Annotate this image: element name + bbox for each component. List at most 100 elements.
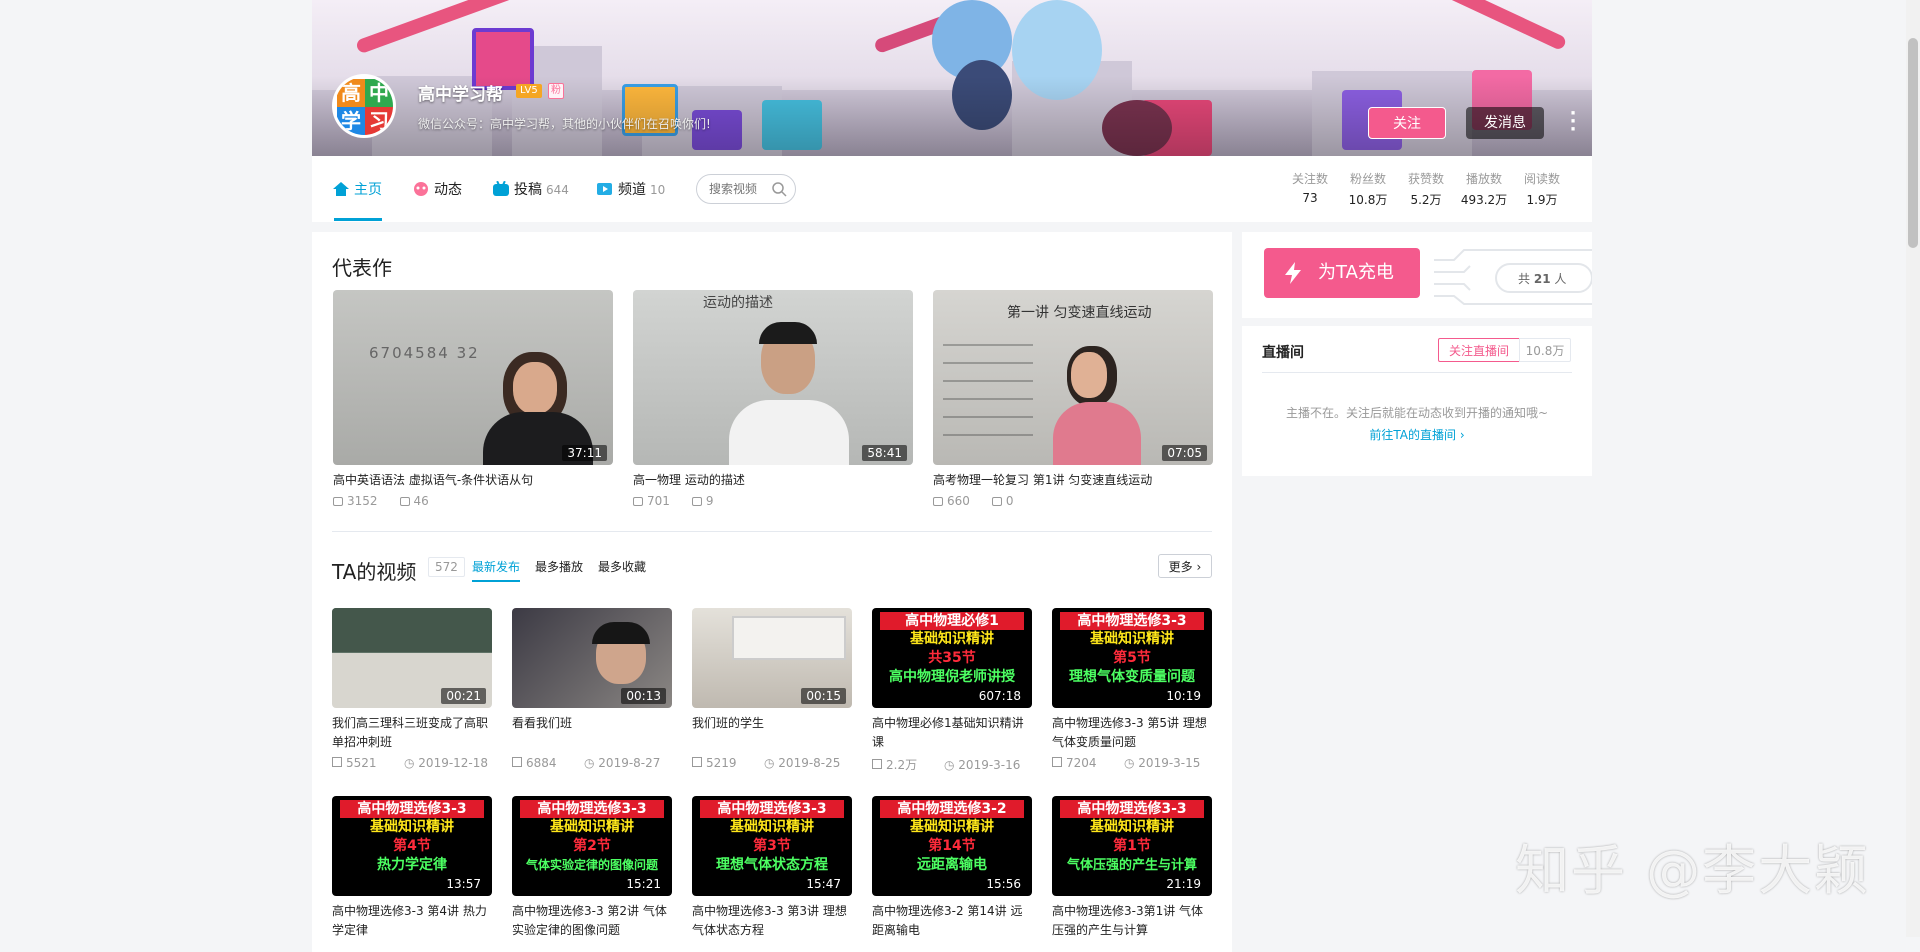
rep-video-card[interactable]: 第一讲 匀变速直线运动 07:05 高考物理一轮复习 第1讲 匀变速直线运动 6…: [933, 290, 1213, 508]
video-thumbnail[interactable]: 高中物理选修3-3 基础知识精讲 第1节 气体压强的产生与计算 21:19: [1052, 796, 1212, 896]
video-title[interactable]: 高中物理选修3-3 第3讲 理想气体状态方程: [692, 902, 852, 940]
play-count: 3152: [333, 494, 378, 508]
video-card[interactable]: 高中物理必修1 基础知识精讲 共35节 高中物理倪老师讲授 607:18 高中物…: [872, 608, 1032, 773]
video-title[interactable]: 高中物理选修3-3 第5讲 理想气体变质量问题: [1052, 714, 1212, 752]
video-thumbnail[interactable]: 高中物理选修3-3 基础知识精讲 第5节 理想气体变质量问题 10:19: [1052, 608, 1212, 708]
video-thumbnail[interactable]: 00:13: [512, 608, 672, 708]
play-count-value: 701: [647, 494, 670, 508]
stat-value: 10.8万: [1348, 193, 1388, 207]
avatar[interactable]: 高 中 学 习: [332, 74, 396, 138]
video-title[interactable]: 高中物理选修3-3 第4讲 热力学定律: [332, 902, 492, 940]
tab-most-favorited[interactable]: 最多收藏: [598, 558, 646, 575]
play-count-value: 5219: [706, 756, 737, 770]
video-title[interactable]: 我们班的学生: [692, 714, 852, 752]
charge-total-suffix: 人: [1554, 272, 1567, 286]
video-duration: 00:13: [621, 688, 666, 704]
play-count: 5219: [692, 756, 764, 770]
video-card[interactable]: 高中物理选修3-3 基础知识精讲 第2节 气体实验定律的图像问题 15:21 高…: [512, 796, 672, 940]
play-count-value: 6884: [526, 756, 557, 770]
tab-channels[interactable]: 频道 10: [596, 180, 665, 200]
search-icon[interactable]: [771, 181, 787, 197]
video-card[interactable]: 高中物理选修3-3 基础知识精讲 第3节 理想气体状态方程 15:47 高中物理…: [692, 796, 852, 940]
fan-badge: 粉: [548, 83, 564, 99]
search-input[interactable]: [707, 181, 775, 197]
stat-fans[interactable]: 粉丝数 10.8万: [1338, 170, 1398, 208]
video-thumbnail[interactable]: 第一讲 匀变速直线运动 07:05: [933, 290, 1213, 465]
danmaku-icon: [991, 497, 1002, 506]
tab-latest[interactable]: 最新发布: [472, 558, 520, 575]
stat-value: 73: [1302, 191, 1318, 205]
video-card[interactable]: 00:21 我们高三理科三班变成了高职单招冲刺班 5521 ◷ 2019-12-1…: [332, 608, 492, 770]
video-card[interactable]: 高中物理选修3-3 基础知识精讲 第4节 热力学定律 13:57 高中物理选修3…: [332, 796, 492, 940]
video-title[interactable]: 高考物理一轮复习 第1讲 匀变速直线运动: [933, 471, 1213, 490]
more-menu-icon[interactable]: · · ·: [1568, 105, 1578, 139]
thumb-line: 第2节: [573, 838, 611, 854]
tab-most-played[interactable]: 最多播放: [535, 558, 583, 575]
video-thumbnail[interactable]: 运动的描述 58:41: [633, 290, 913, 465]
video-card[interactable]: 高中物理选修3-2 基础知识精讲 第14节 远距离输电 15:56 高中物理选修…: [872, 796, 1032, 940]
video-title[interactable]: 高中英语语法 虚拟语气-条件状语从句: [333, 471, 613, 490]
message-button[interactable]: 发消息: [1466, 107, 1544, 139]
video-card[interactable]: 00:13 看看我们班 6884 ◷ 2019-8-27: [512, 608, 672, 770]
rep-video-card[interactable]: 运动的描述 58:41 高一物理 运动的描述 701 9: [633, 290, 913, 508]
charge-label: 为TA充电: [1318, 262, 1394, 283]
video-title[interactable]: 高中物理选修3-2 第14讲 远距离输电: [872, 902, 1032, 940]
video-card[interactable]: 高中物理选修3-3 基础知识精讲 第1节 气体压强的产生与计算 21:19 高中…: [1052, 796, 1212, 940]
follow-button[interactable]: 关注: [1368, 107, 1446, 139]
play-count: 701: [633, 494, 670, 508]
board-text: 6704584 32: [369, 344, 480, 362]
video-card[interactable]: 高中物理选修3-3 基础知识精讲 第5节 理想气体变质量问题 10:19 高中物…: [1052, 608, 1212, 770]
charge-button[interactable]: 为TA充电: [1264, 248, 1420, 298]
thumb-line: 热力学定律: [377, 857, 447, 873]
play-count-value: 660: [947, 494, 970, 508]
video-search[interactable]: [696, 174, 796, 204]
video-title[interactable]: 看看我们班: [512, 714, 672, 752]
board-text: 第一讲 匀变速直线运动: [1007, 305, 1152, 321]
video-thumbnail[interactable]: 高中物理选修3-3 基础知识精讲 第3节 理想气体状态方程 15:47: [692, 796, 852, 896]
thumb-line: 基础知识精讲: [730, 819, 814, 835]
video-thumbnail[interactable]: 00:21: [332, 608, 492, 708]
video-thumbnail[interactable]: 高中物理必修1 基础知识精讲 共35节 高中物理倪老师讲授 607:18: [872, 608, 1032, 708]
video-thumbnail[interactable]: 高中物理选修3-3 基础知识精讲 第2节 气体实验定律的图像问题 15:21: [512, 796, 672, 896]
thumb-line: 高中物理选修3-3: [1060, 800, 1204, 818]
upload-date: 2019-8-27: [598, 756, 661, 770]
follow-live-button[interactable]: 关注直播间: [1438, 338, 1520, 362]
section-title-videos: TA的视频: [332, 560, 417, 584]
tab-home[interactable]: 主页: [332, 180, 382, 200]
rep-video-card[interactable]: 6704584 32 37:11 高中英语语法 虚拟语气-条件状语从句 3152…: [333, 290, 613, 508]
username[interactable]: 高中学习帮: [418, 80, 503, 105]
danmaku-count: 46: [399, 494, 429, 508]
upload-date: 2019-8-25: [778, 756, 841, 770]
thumb-line: 基础知识精讲: [910, 631, 994, 647]
video-title[interactable]: 我们高三理科三班变成了高职单招冲刺班: [332, 714, 492, 752]
tab-dynamic[interactable]: 动态: [412, 180, 462, 200]
upload-date: 2019-12-18: [418, 756, 489, 770]
stat-following[interactable]: 关注数 73: [1280, 170, 1340, 205]
video-title[interactable]: 高一物理 运动的描述: [633, 471, 913, 490]
thumb-line: 第4节: [393, 838, 431, 854]
video-title[interactable]: 高中物理必修1基础知识精讲课: [872, 714, 1032, 752]
video-title[interactable]: 高中物理选修3-3 第2讲 气体实验定律的图像问题: [512, 902, 672, 940]
video-thumbnail[interactable]: 高中物理选修3-3 基础知识精讲 第4节 热力学定律 13:57: [332, 796, 492, 896]
tab-uploads[interactable]: 投稿 644: [492, 180, 569, 200]
play-count: 660: [933, 494, 970, 508]
thumb-line: 基础知识精讲: [1090, 631, 1174, 647]
dynamic-icon: [414, 182, 428, 196]
clock-icon: ◷: [764, 756, 779, 770]
tab-label: 频道: [618, 182, 646, 198]
more-videos-button[interactable]: 更多 ›: [1158, 554, 1212, 578]
live-title: 直播间: [1262, 345, 1304, 361]
scrollbar-thumb[interactable]: [1908, 38, 1918, 248]
video-thumbnail[interactable]: 高中物理选修3-2 基础知识精讲 第14节 远距离输电 15:56: [872, 796, 1032, 896]
stat-value: 493.2万: [1460, 193, 1508, 207]
video-card[interactable]: 00:15 我们班的学生 5219 ◷ 2019-8-25: [692, 608, 852, 770]
thumb-line: 第5节: [1113, 650, 1151, 666]
live-room-link[interactable]: 前往TA的直播间 ›: [1242, 426, 1592, 443]
thumb-line: 高中物理选修3-3: [700, 800, 844, 818]
video-duration: 607:18: [973, 688, 1026, 704]
video-thumbnail[interactable]: 00:15: [692, 608, 852, 708]
video-thumbnail[interactable]: 6704584 32 37:11: [333, 290, 613, 465]
video-title[interactable]: 高中物理选修3-3第1讲 气体压强的产生与计算: [1052, 902, 1212, 940]
clock-icon: ◷: [404, 756, 419, 770]
play-count-value: 5521: [346, 756, 377, 770]
